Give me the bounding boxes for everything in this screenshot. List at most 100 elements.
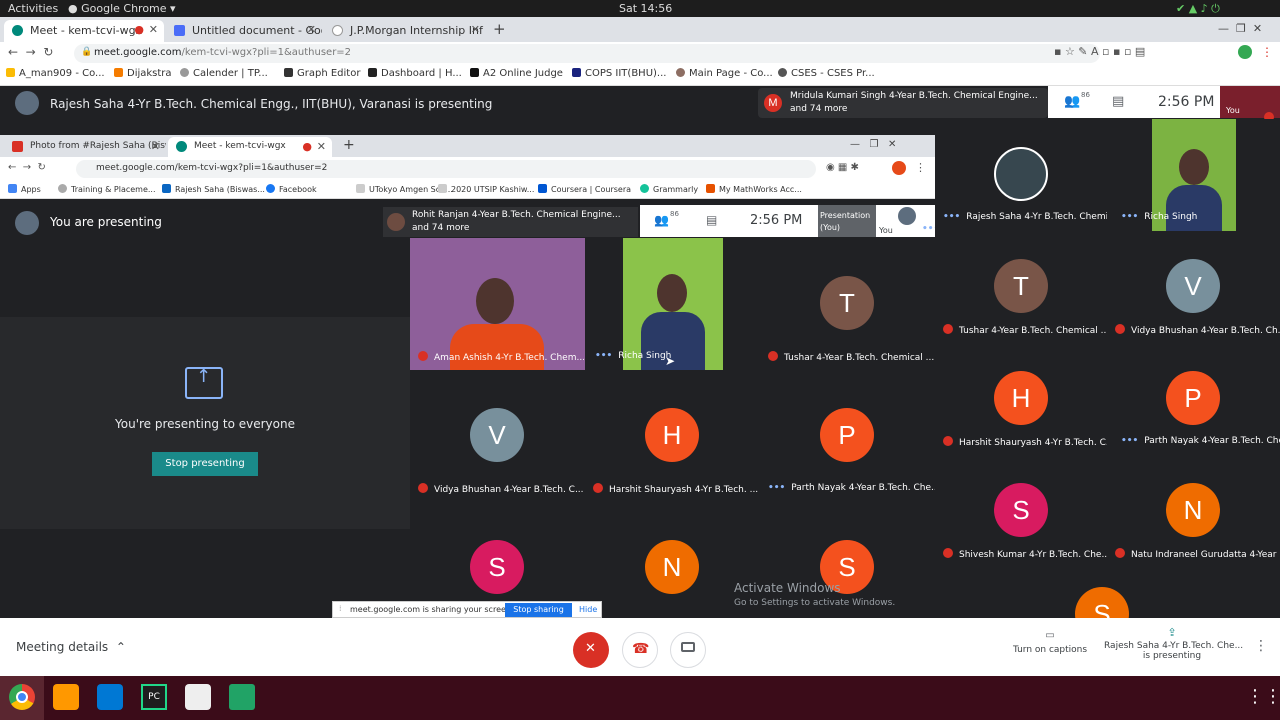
app-grid-icon[interactable]: ⋮⋮⋮: [1246, 686, 1280, 707]
close-icon[interactable]: ✕: [149, 23, 158, 36]
bookmark-item[interactable]: Facebook: [266, 184, 317, 194]
participant-avatar: P: [1166, 371, 1220, 425]
people-icon[interactable]: 👥: [1064, 94, 1080, 109]
vscode-dock-icon[interactable]: [97, 684, 123, 710]
bookmark-item[interactable]: Dijakstra: [114, 68, 172, 79]
sublime-dock-icon[interactable]: [53, 684, 79, 710]
participant-tile[interactable]: N Natu Indraneel Gurudatta 4-Year ...: [1107, 455, 1280, 567]
menu-icon[interactable]: ⋮: [915, 161, 926, 174]
app-menu[interactable]: ● Google Chrome ▾: [68, 2, 176, 15]
participant-tile[interactable]: ••• Richa Singh: [1107, 119, 1280, 231]
camera-toggle-button[interactable]: [670, 632, 706, 668]
participant-tile[interactable]: ••• Rajesh Saha 4-Yr B.Tech. Chemic...: [935, 119, 1107, 231]
tab-meet[interactable]: Meet - kem-tcvi-wgx ● ✕: [4, 20, 164, 42]
participant-tile[interactable]: V Vidya Bhushan 4-Year B.Tech. Ch...: [1107, 231, 1280, 343]
people-icon[interactable]: 👥: [654, 213, 669, 227]
system-tray-icons[interactable]: ✔ ▲ ♪ ⏻: [1176, 2, 1220, 16]
bookmark-item[interactable]: Training & Placeme...: [58, 184, 156, 194]
bookmark-item[interactable]: Coursera | Coursera: [538, 184, 631, 194]
more-options-icon[interactable]: ⋮: [1254, 638, 1268, 654]
chat-icon[interactable]: ▤: [706, 213, 717, 227]
meeting-clock: 2:56 PM: [750, 213, 803, 228]
participant-tile[interactable]: V Vidya Bhushan 4-Year B.Tech. C...: [410, 370, 585, 502]
presenter-avatar: [15, 91, 39, 115]
close-icon[interactable]: ✕: [307, 23, 316, 36]
close-icon[interactable]: ✕: [471, 23, 480, 36]
new-tab-button[interactable]: +: [493, 20, 506, 38]
participant-tile[interactable]: Aman Ashish 4-Yr B.Tech. Chem...: [410, 238, 585, 370]
bookmark-item[interactable]: Calender | TP...: [180, 68, 268, 79]
chrome-dock-icon[interactable]: [0, 676, 44, 720]
participant-photo: [994, 147, 1048, 201]
hide-button[interactable]: Hide: [579, 605, 597, 614]
more-options-icon[interactable]: •••: [922, 224, 935, 234]
stop-sharing-button[interactable]: Stop sharing: [505, 603, 572, 617]
nav-buttons[interactable]: ← → ↻: [8, 45, 53, 59]
participant-tile[interactable]: S: [997, 567, 1229, 619]
hangup-icon: ☎: [632, 641, 650, 657]
profile-avatar[interactable]: [1238, 45, 1252, 59]
browser-tab-bar: Meet - kem-tcvi-wgx ● ✕ Untitled documen…: [0, 17, 1280, 42]
bookmark-item[interactable]: Dashboard | H...: [368, 68, 462, 79]
leave-call-button[interactable]: ☎: [622, 632, 658, 668]
bookmark-item[interactable]: COPS IIT(BHU)...: [572, 68, 666, 79]
new-tab-button[interactable]: +: [343, 137, 355, 153]
participant-avatar: T: [820, 276, 874, 330]
participant-tile[interactable]: P ••• Parth Nayak 4-Year B.Tech. Che...: [1107, 343, 1280, 455]
inner-self-view[interactable]: You •••: [876, 205, 935, 237]
activities-button[interactable]: Activities: [8, 2, 58, 15]
bookmark-item[interactable]: Graph Editor: [284, 68, 360, 79]
extension-icons[interactable]: ▪ ☆ ✎ A ▫ ▪ ▫ ▤: [1054, 45, 1145, 58]
mic-toggle-button[interactable]: ✕: [573, 632, 609, 668]
bookmark-item[interactable]: Grammarly: [640, 184, 698, 194]
system-clock[interactable]: Sat 14:56: [619, 2, 672, 15]
participant-tile[interactable]: H Harshit Shauryash 4-Yr B.Tech. C...: [935, 343, 1107, 455]
inner-meet-top-controls: 👥 86 ▤ 2:56 PM: [640, 205, 818, 237]
bookmark-item[interactable]: CSES - CSES Pr...: [778, 68, 875, 79]
url-input[interactable]: 🔒 meet.google.com/kem-tcvi-wgx?pli=1&aut…: [74, 44, 1100, 63]
pycharm-dock-icon[interactable]: PC: [141, 684, 167, 710]
stop-presenting-button[interactable]: Stop presenting: [152, 452, 258, 476]
window-controls[interactable]: — ❐ ✕: [1218, 22, 1262, 35]
presenting-status-button[interactable]: ⇪ Rajesh Saha 4-Yr B.Tech. Che... is pre…: [1104, 626, 1243, 672]
extension-icons[interactable]: ◉ ▦ ✱: [826, 162, 859, 173]
participant-tile[interactable]: P ••• Parth Nayak 4-Year B.Tech. Che...: [760, 370, 935, 502]
tab-jpmorgan[interactable]: J.P.Morgan Internship Inf ✕: [324, 20, 486, 42]
participant-tile[interactable]: T Tushar 4-Year B.Tech. Chemical ...: [935, 231, 1107, 343]
bookmark-item[interactable]: My MathWorks Acc...: [706, 184, 802, 194]
bookmark-item[interactable]: 2020 UTSIP Kashiw...: [438, 184, 534, 194]
meeting-details-button[interactable]: Meeting details ⌃: [16, 640, 126, 654]
docs-icon: [174, 25, 185, 36]
self-view[interactable]: You: [1220, 86, 1280, 122]
presenter-text: Rajesh Saha 4-Yr B.Tech. Chemical Engg.,…: [50, 97, 493, 111]
join-notification[interactable]: M Mridula Kumari Singh 4-Year B.Tech. Ch…: [758, 88, 1048, 118]
participant-tile[interactable]: ••• Richa Singh: [585, 238, 760, 370]
screenshot-dock-icon[interactable]: [185, 684, 211, 710]
bookmark-item[interactable]: A_man909 - Co...: [6, 68, 105, 79]
close-icon[interactable]: ✕: [151, 140, 160, 153]
drag-handle-icon[interactable]: ⁞: [339, 604, 342, 613]
chat-icon[interactable]: ▤: [1112, 94, 1124, 109]
inner-tab-gmail[interactable]: Photo from #Rajesh Saha (Biswa... ✕: [4, 137, 166, 157]
participant-tile[interactable]: S Shivesh Kumar 4-Yr B.Tech. Che...: [935, 455, 1107, 567]
inner-join-notification[interactable]: Rohit Ranjan 4-Year B.Tech. Chemical Eng…: [383, 207, 638, 237]
bookmark-item[interactable]: Rajesh Saha (Biswas...: [162, 184, 265, 194]
update-icon[interactable]: ⋮: [1261, 45, 1273, 59]
presentation-tile[interactable]: Presentation (You): [818, 205, 876, 237]
tab-docs[interactable]: Untitled document - Goog ✕: [166, 20, 322, 42]
inner-url-input[interactable]: meet.google.com/kem-tcvi-wgx?pli=1&authu…: [76, 160, 816, 178]
participant-tile[interactable]: H Harshit Shauryash 4-Yr B.Tech. ...: [585, 370, 760, 502]
participant-tile[interactable]: T Tushar 4-Year B.Tech. Chemical ...: [760, 238, 935, 370]
captions-button[interactable]: ▭ Turn on captions: [1010, 630, 1090, 670]
close-icon[interactable]: ✕: [317, 140, 326, 153]
bookmark-item[interactable]: A2 Online Judge: [470, 68, 563, 79]
bookmark-item[interactable]: Apps: [8, 184, 41, 194]
spreadsheet-dock-icon[interactable]: [229, 684, 255, 710]
window-controls[interactable]: — ❐ ✕: [850, 139, 896, 150]
presenting-card: ↑ You're presenting to everyone Stop pre…: [0, 317, 410, 529]
sharing-indicator-bar: ⁞ meet.google.com is sharing your screen…: [332, 601, 602, 618]
inner-tab-meet[interactable]: Meet - kem-tcvi-wgx ● ✕: [168, 137, 332, 157]
profile-avatar[interactable]: [892, 161, 906, 175]
bookmark-item[interactable]: Main Page - Co...: [676, 68, 773, 79]
nav-buttons[interactable]: ← → ↻: [8, 162, 46, 173]
